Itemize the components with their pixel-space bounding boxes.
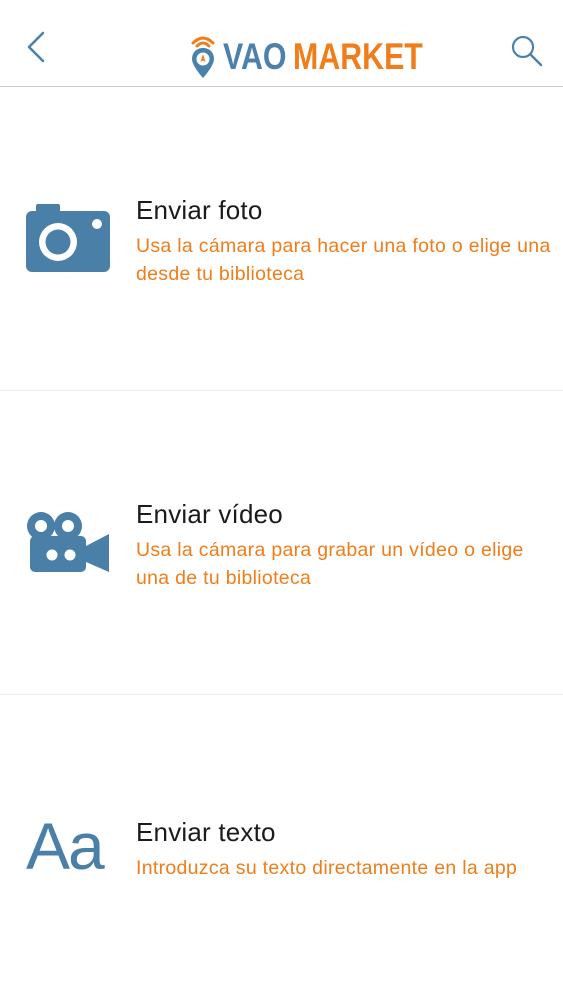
send-photo-option[interactable]: Enviar foto Usa la cámara para hacer una… [0, 87, 563, 391]
option-title: Enviar foto [136, 195, 263, 225]
send-text-option[interactable]: Aa Enviar texto Introduzca su texto dire… [0, 695, 563, 999]
back-button[interactable] [14, 30, 58, 86]
video-camera-icon [27, 512, 109, 572]
chevron-left-icon [27, 31, 45, 63]
camera-icon [26, 204, 110, 272]
vao-market-logo: VAO MARKET [189, 34, 467, 80]
text-icon: Aa [26, 809, 105, 883]
send-video-option[interactable]: Enviar vídeo Usa la cámara para grabar u… [0, 391, 563, 695]
app-screen: VAO MARKET Enviar foto Usa la cámara para… [0, 0, 563, 1000]
search-button[interactable] [505, 34, 549, 78]
location-pin-icon [191, 36, 215, 78]
option-title: Enviar texto [136, 817, 276, 847]
option-description: Usa la cámara para grabar un vídeo o eli… [136, 539, 524, 589]
logo-text-market: MARKET [293, 36, 423, 77]
logo-text-vao: VAO [223, 36, 287, 77]
option-title: Enviar vídeo [136, 499, 283, 529]
option-description: Introduzca su texto directamente en la a… [136, 857, 518, 879]
option-description: Usa la cámara para hacer una foto o elig… [136, 235, 551, 285]
top-bar: VAO MARKET [0, 0, 563, 87]
search-icon [511, 35, 543, 67]
